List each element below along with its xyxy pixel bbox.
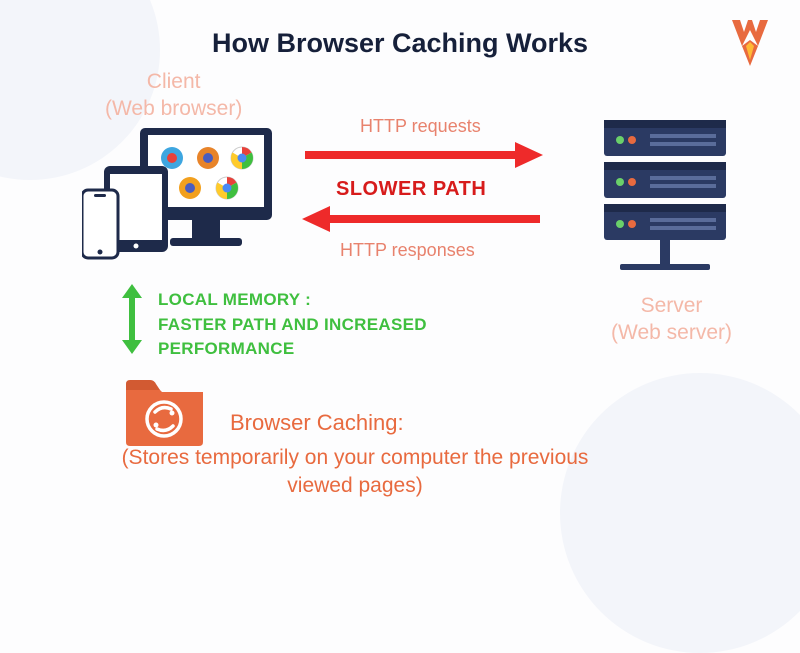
wp-rocket-logo-icon <box>730 18 770 68</box>
server-label-line1: Server <box>641 294 703 317</box>
client-label-line2: (Web browser) <box>105 97 242 120</box>
bg-shape-bottom-right <box>560 373 800 653</box>
client-label: Client (Web browser) <box>105 68 242 123</box>
local-memory-line2: FASTER PATH AND INCREASED <box>158 315 427 334</box>
cache-description: (Stores temporarily on your computer the… <box>90 444 620 501</box>
cache-folder-icon <box>122 372 207 447</box>
http-responses-label: HTTP responses <box>340 240 475 261</box>
arrow-left-icon <box>300 204 545 234</box>
local-memory-label: LOCAL MEMORY : FASTER PATH AND INCREASED… <box>158 288 427 362</box>
local-memory-line1: LOCAL MEMORY : <box>158 290 311 309</box>
server-icon <box>590 120 740 280</box>
http-requests-label: HTTP requests <box>360 116 481 137</box>
page-title: How Browser Caching Works <box>0 28 800 59</box>
client-devices-icon <box>82 128 272 268</box>
arrow-right-icon <box>300 140 545 170</box>
cache-title: Browser Caching: <box>230 410 404 436</box>
client-label-line1: Client <box>147 70 201 93</box>
double-arrow-vertical-icon <box>120 284 144 354</box>
server-label-line2: (Web server) <box>611 321 732 344</box>
local-memory-line3: PERFORMANCE <box>158 339 294 358</box>
slower-path-label: SLOWER PATH <box>336 178 486 201</box>
server-label: Server (Web server) <box>611 292 732 347</box>
